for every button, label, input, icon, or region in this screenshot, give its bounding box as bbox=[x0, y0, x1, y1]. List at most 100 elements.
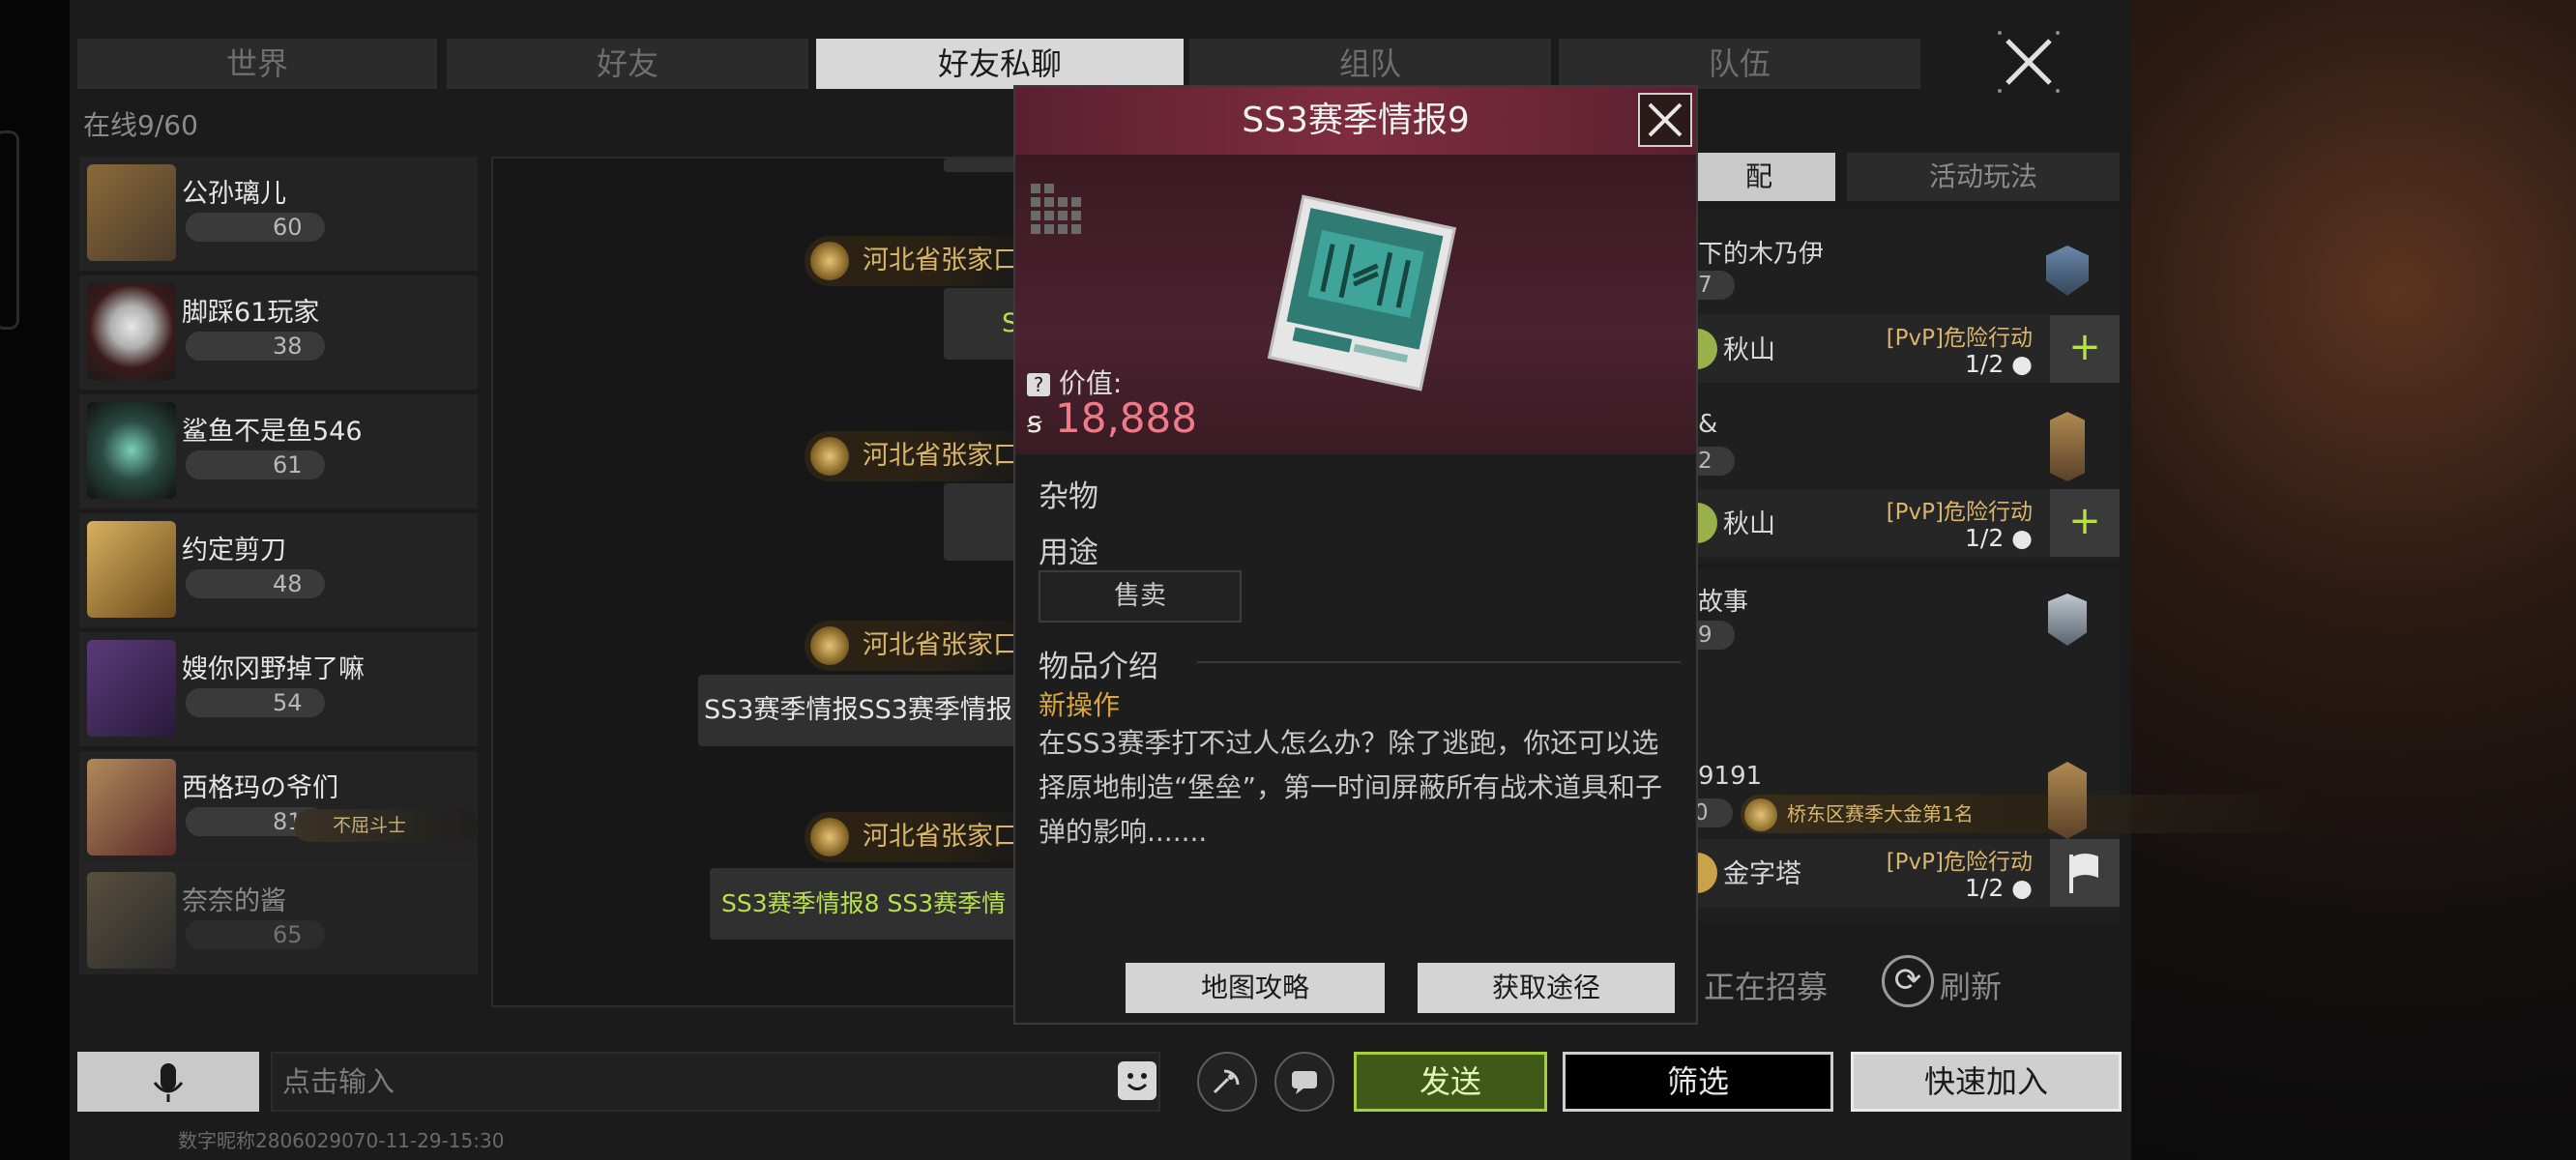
refresh-button[interactable]: 刷新 bbox=[1940, 963, 2002, 1007]
eye-badge-icon bbox=[1744, 798, 1777, 831]
team-name: 9191 bbox=[1698, 762, 1763, 791]
online-count: 在线9/60 bbox=[83, 109, 198, 141]
chat-sender: 河北省张家口 bbox=[805, 621, 1023, 671]
satellite-icon bbox=[1213, 1069, 1240, 1094]
join-team-button[interactable]: + bbox=[2050, 315, 2120, 383]
friend-item[interactable]: 奈奈的酱 65 bbox=[79, 864, 478, 974]
friend-level: 48 bbox=[186, 569, 325, 598]
friend-name: 西格玛の爷们 bbox=[182, 773, 338, 803]
eye-badge-icon bbox=[810, 242, 849, 280]
team-mode: [PvP]危险行动 bbox=[1886, 326, 2033, 351]
avatar bbox=[87, 521, 176, 618]
description-subtitle: 新操作 bbox=[1039, 689, 1121, 721]
emoji-icon[interactable] bbox=[1118, 1061, 1156, 1100]
friend-name: 奈奈的酱 bbox=[182, 886, 286, 916]
game-background bbox=[2131, 0, 2576, 1160]
friend-name: 脚踩61玩家 bbox=[182, 298, 320, 328]
friend-name: 嫂你冈野掉了嘛 bbox=[182, 654, 365, 684]
friend-level: 60 bbox=[186, 213, 325, 242]
team-location: 秋山 bbox=[1723, 335, 1775, 365]
tab-friends[interactable]: 好友 bbox=[447, 39, 808, 89]
team-location: 秋山 bbox=[1723, 509, 1775, 539]
usage-label: 用途 bbox=[1039, 536, 1098, 570]
refresh-icon[interactable]: ⟳ bbox=[1882, 955, 1934, 1007]
modal-title: SS3赛季情报9 bbox=[1242, 101, 1470, 140]
send-button[interactable]: 发送 bbox=[1354, 1052, 1547, 1112]
friend-level: 38 bbox=[186, 332, 325, 361]
tab-squad[interactable]: 队伍 bbox=[1559, 39, 1920, 89]
team-row[interactable]: 秋山 [PvP]危险行动 1/2 ● + bbox=[1684, 489, 2120, 557]
friend-item[interactable]: 西格玛の爷们 81 不屈斗士 bbox=[79, 751, 478, 865]
grid-icon bbox=[1031, 184, 1081, 234]
chat-sender: 河北省张家口 bbox=[805, 431, 1023, 481]
item-category: 杂物 bbox=[1039, 479, 1098, 514]
quick-join-button[interactable]: 快速加入 bbox=[1851, 1052, 2122, 1112]
close-icon[interactable] bbox=[1994, 27, 2064, 97]
team-mode: [PvP]危险行动 bbox=[1886, 500, 2033, 525]
tab-match[interactable]: 配 bbox=[1683, 153, 1835, 201]
friend-name: 公孙璃儿 bbox=[182, 179, 286, 209]
recruiting-label: 正在招募 bbox=[1704, 969, 1829, 1005]
tab-team-up[interactable]: 组队 bbox=[1189, 39, 1551, 89]
rank-badge-icon bbox=[2050, 412, 2085, 481]
chat-bubble-icon bbox=[1292, 1071, 1317, 1094]
friend-level: 54 bbox=[186, 688, 325, 717]
title-badge: 不屈斗士 bbox=[294, 809, 478, 842]
rank-badge-icon bbox=[2048, 762, 2087, 839]
obtain-source-button[interactable]: 获取途径 bbox=[1418, 963, 1675, 1013]
team-row[interactable]: 金字塔 [PvP]危险行动 1/2 ● bbox=[1684, 839, 2120, 907]
side-handle[interactable] bbox=[0, 130, 19, 330]
description-text: 在SS3赛季打不过人怎么办？除了逃跑，你还可以选择原地制造“堡垒”，第一时间屏蔽… bbox=[1039, 727, 1663, 848]
join-team-button[interactable]: + bbox=[2050, 489, 2120, 557]
team-name: 下的木乃伊 bbox=[1698, 240, 1825, 269]
team-mode: [PvP]危险行动 bbox=[1886, 850, 2033, 875]
friend-level: 61 bbox=[186, 450, 325, 479]
watermark: 数字昵称2806029070-11-29-15:30 bbox=[178, 1129, 505, 1152]
avatar bbox=[87, 402, 176, 499]
friend-item[interactable]: 约定剪刀 48 bbox=[79, 513, 478, 627]
team-count: 1/2 ● bbox=[1965, 350, 2033, 378]
chat-bubble bbox=[944, 159, 1021, 172]
avatar bbox=[87, 640, 176, 737]
chat-bubble bbox=[944, 483, 1023, 561]
flag-icon bbox=[2069, 854, 2098, 893]
satellite-button[interactable] bbox=[1197, 1052, 1257, 1112]
voice-chat-button[interactable] bbox=[1274, 1052, 1334, 1112]
friend-item[interactable]: 脚踩61玩家 38 bbox=[79, 276, 478, 390]
flag-button[interactable] bbox=[2050, 839, 2120, 907]
filter-button[interactable]: 筛选 bbox=[1563, 1052, 1833, 1112]
avatar bbox=[87, 759, 176, 856]
divider bbox=[1197, 661, 1681, 663]
team-row[interactable]: 秋山 [PvP]危险行动 1/2 ● + bbox=[1684, 315, 2120, 383]
friend-item[interactable]: 鲨鱼不是鱼546 61 bbox=[79, 394, 478, 508]
chat-messages[interactable]: 河北省张家口 S 河北省张家口 河北省张家口 SS3赛季情报SS3赛季情报 河北… bbox=[491, 157, 1025, 1007]
tab-world[interactable]: 世界 bbox=[77, 39, 437, 89]
modal-close-button[interactable] bbox=[1638, 93, 1692, 147]
chat-bubble: S bbox=[944, 288, 1023, 360]
map-guide-button[interactable]: 地图攻略 bbox=[1126, 963, 1385, 1013]
friend-item[interactable]: 嫂你冈野掉了嘛 54 bbox=[79, 632, 478, 746]
team-title-badge: 桥东区赛季大金第1名 bbox=[1741, 795, 2321, 833]
chat-sender: 河北省张家口 bbox=[805, 236, 1023, 286]
help-icon[interactable]: ? bbox=[1027, 373, 1050, 396]
description-header: 物品介绍 bbox=[1039, 650, 1158, 684]
voice-button[interactable] bbox=[77, 1052, 259, 1112]
currency-icon: ꞩ bbox=[1027, 406, 1042, 440]
eye-badge-icon bbox=[810, 437, 849, 476]
item-detail-modal: SS3赛季情报9 ? 价值: ꞩ 18,888 杂物 用途 售卖 物品介绍 新操… bbox=[1013, 85, 1698, 1025]
friend-item[interactable]: 公孙璃儿 60 bbox=[79, 157, 478, 271]
team-name: 故事 bbox=[1698, 588, 1749, 617]
chat-input[interactable]: 点击输入 bbox=[271, 1052, 1160, 1112]
friend-name: 约定剪刀 bbox=[182, 536, 286, 566]
avatar bbox=[87, 872, 176, 969]
sell-button[interactable]: 售卖 bbox=[1039, 570, 1242, 623]
tab-friend-chat[interactable]: 好友私聊 bbox=[816, 39, 1184, 89]
team-name: & bbox=[1698, 410, 1718, 439]
eye-badge-icon bbox=[810, 626, 849, 665]
avatar bbox=[87, 164, 176, 261]
team-count: 1/2 ● bbox=[1965, 524, 2033, 552]
item-value: ꞩ 18,888 bbox=[1027, 394, 1197, 442]
item-image bbox=[1265, 193, 1458, 396]
tab-activities[interactable]: 活动玩法 bbox=[1847, 153, 2120, 201]
chat-bubble: SS3赛季情报8 SS3赛季情 bbox=[710, 868, 1023, 940]
